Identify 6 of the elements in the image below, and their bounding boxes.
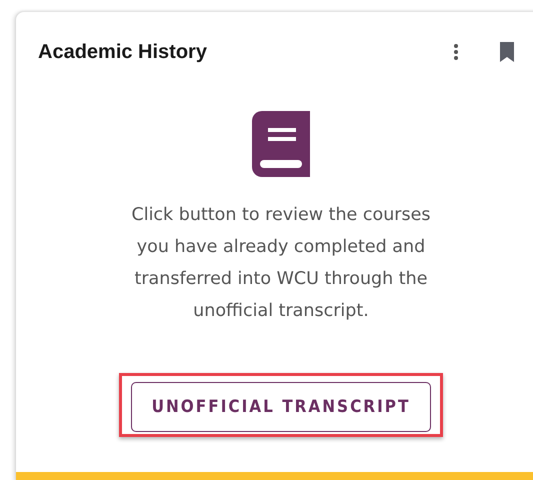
card-title: Academic History: [38, 40, 208, 64]
book-icon: [252, 111, 310, 177]
bookmark-icon[interactable]: [499, 41, 515, 63]
more-options-icon[interactable]: [453, 43, 459, 61]
description-text: Click button to review the courses you have already completed and transferred into WCU through the unofficial transcript.: [131, 204, 432, 323]
unofficial-transcript-button[interactable]: UNOFFICIAL TRANSCRIPT: [130, 382, 432, 432]
